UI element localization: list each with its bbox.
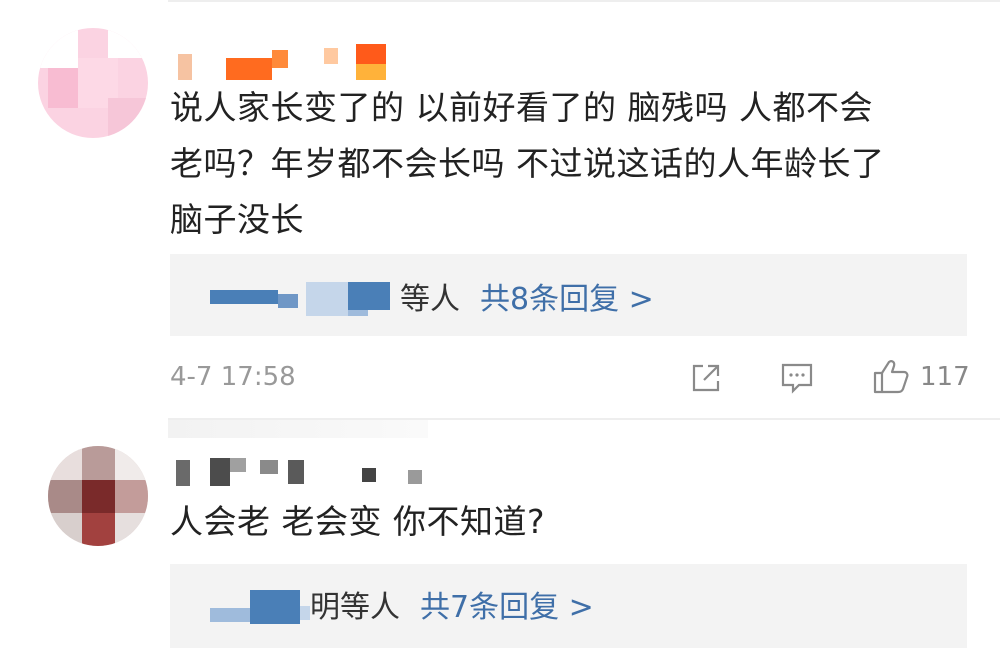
replies-box[interactable]: 等人 共8条回复 > — [170, 254, 967, 336]
reply-usernames — [210, 276, 400, 316]
reply-suffix: 明等人 — [310, 590, 400, 625]
replies-box[interactable]: 明等人 共7条回复 > — [170, 564, 967, 648]
view-replies-link[interactable]: 共7条回复 > — [420, 582, 594, 626]
reply-suffix: 等人 — [400, 282, 460, 317]
top-divider — [168, 0, 1000, 2]
like-count: 117 — [920, 362, 970, 392]
comment-text: 说人家长变了的 以前好看了的 脑残吗 人都不会 老吗？年岁都不会长吗 不过说这话… — [170, 80, 970, 248]
blurred-header-strip — [168, 420, 428, 438]
avatar[interactable] — [38, 28, 148, 138]
comment-text-line: 说人家长变了的 以前好看了的 脑残吗 人都不会 — [170, 88, 873, 127]
reply-usernames — [210, 584, 310, 624]
avatar[interactable] — [48, 446, 148, 546]
comment-text-line: 老吗？年岁都不会长吗 不过说这话的人年龄长了 — [170, 144, 885, 183]
view-replies-link[interactable]: 共8条回复 > — [480, 274, 654, 318]
username[interactable] — [176, 454, 436, 488]
comment-icon[interactable] — [778, 360, 816, 396]
username[interactable] — [178, 44, 390, 80]
comment-text: 人会老 老会变 你不知道? — [170, 502, 545, 541]
like-icon[interactable] — [870, 356, 912, 396]
share-icon[interactable] — [688, 360, 724, 396]
comment-time: 4-7 17:58 — [170, 362, 296, 392]
comment-text-line: 脑子没长 — [170, 200, 304, 239]
